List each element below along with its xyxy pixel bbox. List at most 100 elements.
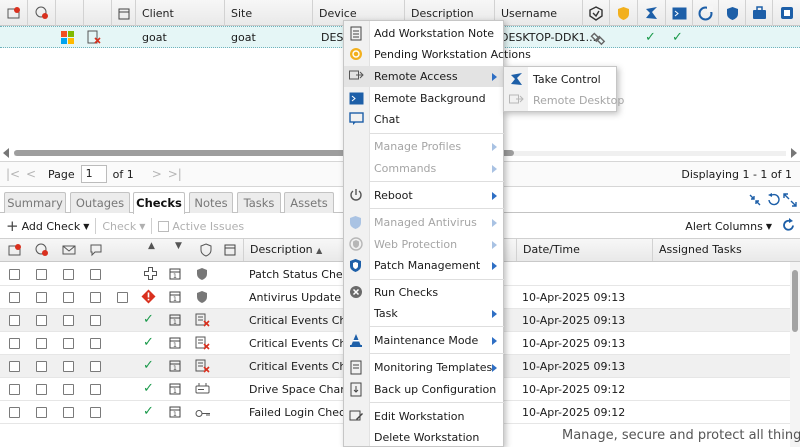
menu-item-back-up-configuration[interactable]: Back up Configuration: [344, 379, 505, 400]
terminal-column-icon[interactable]: [666, 0, 693, 26]
active-issues-button[interactable]: Active Issues: [158, 220, 244, 233]
menu-item-commands[interactable]: Commands: [344, 158, 505, 179]
row-checkbox[interactable]: [90, 361, 101, 372]
add-check-button[interactable]: + Add Check ▼: [6, 217, 89, 235]
row-checkbox[interactable]: [63, 269, 74, 280]
row-checkbox[interactable]: [36, 407, 47, 418]
sort-down-icon[interactable]: ▼: [175, 241, 182, 251]
shield-icon: [196, 290, 208, 307]
row-checkbox[interactable]: [63, 338, 74, 349]
row-checkbox[interactable]: [90, 384, 101, 395]
row-checkbox[interactable]: [36, 269, 47, 280]
row-checkbox[interactable]: [9, 361, 20, 372]
menu-item-add-workstation-note[interactable]: Add Workstation Note: [344, 23, 505, 44]
overdue-column-icon[interactable]: [35, 243, 49, 260]
menu-item-task[interactable]: Task: [344, 303, 505, 324]
menu-item-manage-profiles[interactable]: Manage Profiles: [344, 136, 505, 157]
menu-item-patch-management[interactable]: Patch Management: [344, 255, 505, 276]
menu-item-edit-workstation[interactable]: Edit Workstation: [344, 406, 505, 427]
menu-item-web-protection[interactable]: Web Protection: [344, 234, 505, 255]
menu-item-remote-access[interactable]: Remote Access: [344, 66, 505, 87]
scroll-left-arrow-icon[interactable]: [3, 148, 9, 158]
column-header-site[interactable]: Site: [225, 0, 313, 26]
column-header-assigned-tasks[interactable]: Assigned Tasks: [652, 239, 790, 261]
row-checkbox[interactable]: [36, 384, 47, 395]
row-checkbox[interactable]: [90, 407, 101, 418]
menu-item-reboot[interactable]: Reboot: [344, 185, 505, 206]
row-checkbox[interactable]: [9, 292, 20, 303]
submenu-arrow-icon: [492, 364, 497, 372]
row-checkbox[interactable]: [36, 338, 47, 349]
row-checkbox[interactable]: [9, 338, 20, 349]
overdue-column-icon[interactable]: [28, 0, 56, 26]
menu-item-chat[interactable]: Chat: [344, 109, 505, 130]
menu-item-run-checks[interactable]: Run Checks: [344, 282, 505, 303]
last-page-icon[interactable]: >|: [166, 167, 184, 181]
checks-vertical-scrollbar[interactable]: [790, 262, 800, 447]
row-checkbox[interactable]: [90, 338, 101, 349]
shield-column-icon[interactable]: [200, 243, 212, 260]
next-page-icon[interactable]: >: [148, 167, 166, 181]
antivirus-column-icon[interactable]: [610, 0, 638, 26]
briefcase-column-icon[interactable]: [746, 0, 773, 26]
undo-icon[interactable]: [766, 193, 780, 210]
tab-assets[interactable]: Assets: [284, 192, 334, 213]
tab-checks[interactable]: Checks: [133, 192, 185, 214]
alert-column-icon[interactable]: [0, 0, 28, 26]
row-checkbox[interactable]: [9, 407, 20, 418]
refresh-icon[interactable]: [781, 218, 796, 236]
row-checkbox[interactable]: [90, 292, 101, 303]
row-checkbox[interactable]: [9, 315, 20, 326]
tab-outages[interactable]: Outages: [70, 192, 130, 213]
column-header-client[interactable]: Client: [136, 0, 225, 26]
menu-item-take-control[interactable]: Take Control: [504, 69, 616, 90]
row-checkbox[interactable]: [117, 292, 128, 303]
menu-item-pending-workstation-actions[interactable]: Pending Workstation Actions: [344, 44, 531, 65]
page-number-input[interactable]: 1: [80, 165, 107, 183]
row-checkbox[interactable]: [63, 315, 74, 326]
take-control-column-icon[interactable]: [638, 0, 666, 26]
row-checkbox[interactable]: [90, 315, 101, 326]
page-label: Page: [48, 167, 75, 181]
row-checkbox[interactable]: [36, 361, 47, 372]
menu-item-monitoring-templates[interactable]: Monitoring Templates: [344, 357, 505, 378]
row-checkbox[interactable]: [36, 292, 47, 303]
calendar-column-icon[interactable]: [112, 0, 136, 26]
comment-column-icon[interactable]: [89, 243, 103, 260]
menu-item-managed-antivirus[interactable]: Managed Antivirus: [344, 212, 505, 233]
first-page-icon[interactable]: |<: [4, 167, 22, 181]
menu-item-remote-background[interactable]: Remote Background: [344, 88, 505, 109]
email-column-icon[interactable]: [62, 243, 76, 260]
patch-column-icon[interactable]: [773, 0, 800, 26]
alert-column-icon[interactable]: [8, 243, 22, 260]
column-header-datetime[interactable]: Date/Time: [516, 239, 652, 261]
shield-icon: [196, 267, 208, 284]
prev-page-icon[interactable]: <: [22, 167, 40, 181]
scroll-thumb[interactable]: [792, 270, 798, 332]
menu-item-delete-workstation[interactable]: Delete Workstation: [344, 427, 505, 447]
tab-notes[interactable]: Notes: [189, 192, 233, 213]
row-checkbox[interactable]: [63, 384, 74, 395]
row-checkbox[interactable]: [9, 384, 20, 395]
expand-icon[interactable]: [783, 193, 797, 210]
alert-columns-button[interactable]: Alert Columns ▼: [685, 220, 772, 233]
collapse-icon[interactable]: [748, 193, 762, 210]
row-checkbox[interactable]: [63, 361, 74, 372]
security-column-icon[interactable]: [583, 0, 610, 26]
tab-summary[interactable]: Summary: [4, 192, 66, 213]
column-header-username[interactable]: Username: [495, 0, 583, 26]
row-checkbox[interactable]: [9, 269, 20, 280]
tab-tasks[interactable]: Tasks: [237, 192, 281, 213]
menu-item-maintenance-mode[interactable]: Maintenance Mode: [344, 330, 505, 351]
protection-column-icon[interactable]: [719, 0, 746, 26]
check-button[interactable]: Check ▼: [102, 220, 145, 233]
scroll-right-arrow-icon[interactable]: [791, 148, 797, 158]
row-checkbox[interactable]: [36, 315, 47, 326]
row-checkbox[interactable]: [63, 407, 74, 418]
menu-item-remote-desktop[interactable]: Remote Desktop: [504, 90, 624, 111]
backup-column-icon[interactable]: [693, 0, 719, 26]
row-checkbox[interactable]: [90, 269, 101, 280]
calendar-column-icon[interactable]: [224, 243, 236, 259]
sort-up-icon[interactable]: ▲: [148, 241, 155, 251]
row-checkbox[interactable]: [63, 292, 74, 303]
